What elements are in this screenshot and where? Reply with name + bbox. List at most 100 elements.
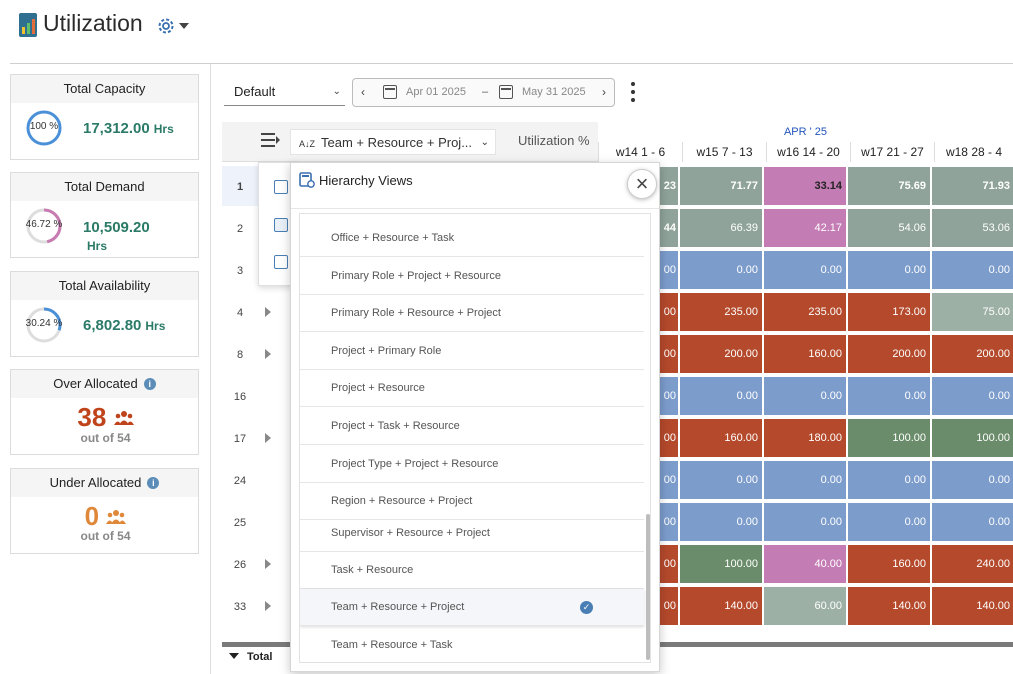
utilization-cell[interactable]: 66.39 <box>680 209 762 247</box>
utilization-cell[interactable]: 0.00 <box>848 461 930 499</box>
row-number: 4 <box>236 307 244 319</box>
date-range-picker[interactable]: ‹ Apr 01 2025 – May 31 2025 › <box>352 78 615 107</box>
hierarchy-view-label: Primary Role + Project + Resource <box>331 270 501 282</box>
copy-view-icon[interactable] <box>274 180 288 194</box>
date-to[interactable]: May 31 2025 <box>522 79 586 106</box>
hierarchy-view-label: Primary Role + Resource + Project <box>331 307 501 319</box>
utilization-cell[interactable]: 100.00 <box>848 419 930 457</box>
view-select[interactable]: Default ⌄ <box>224 78 345 106</box>
utilization-cell[interactable]: 0.00 <box>932 461 1013 499</box>
hierarchy-view-item[interactable]: Team + Resource + Task <box>300 627 644 662</box>
utilization-cell[interactable]: 0.00 <box>764 251 846 289</box>
utilization-cell[interactable]: 235.00 <box>764 293 846 331</box>
utilization-cell[interactable]: 0.00 <box>680 461 762 499</box>
check-badge-icon: ✓ <box>580 601 593 614</box>
utilization-cell[interactable]: 40.00 <box>764 545 846 583</box>
utilization-cell[interactable]: 200.00 <box>848 335 930 373</box>
row-number: 17 <box>233 433 247 445</box>
utilization-cell[interactable]: 42.17 <box>764 209 846 247</box>
under-allocated-count: 0 <box>11 501 200 532</box>
hierarchy-view-item[interactable]: Task + Resource <box>300 552 644 589</box>
utilization-cell[interactable]: 33.14 <box>764 167 846 205</box>
week-header: w15 7 - 13 <box>682 142 766 162</box>
expand-collapse-icon[interactable] <box>259 131 281 149</box>
utilization-cell[interactable]: 0.00 <box>764 377 846 415</box>
info-icon[interactable]: i <box>147 477 160 489</box>
hierarchy-view-item[interactable]: Project Type + Project + Resource <box>300 446 644 483</box>
utilization-column-header: Utilization % <box>518 133 590 148</box>
hierarchy-view-item[interactable]: Primary Role + Project + Resource <box>300 258 644 295</box>
utilization-cell[interactable]: 200.00 <box>932 335 1013 373</box>
calendar-icon[interactable] <box>383 85 397 99</box>
utilization-cell[interactable]: 240.00 <box>932 545 1013 583</box>
hierarchy-view-label: Team + Resource + Project <box>331 601 465 613</box>
utilization-cell[interactable]: 100.00 <box>932 419 1013 457</box>
sort-az-icon: A↓Z <box>299 139 316 149</box>
utilization-cell[interactable]: 140.00 <box>680 587 762 625</box>
utilization-cell[interactable]: 0.00 <box>848 503 930 541</box>
utilization-cell[interactable]: 0.00 <box>848 251 930 289</box>
header-divider <box>10 63 1013 64</box>
settings-menu-button[interactable] <box>156 15 192 37</box>
utilization-cell[interactable]: 140.00 <box>932 587 1013 625</box>
prev-period-button[interactable]: ‹ <box>353 79 373 106</box>
close-button[interactable]: × <box>627 169 657 199</box>
hierarchy-view-item[interactable]: Primary Role + Resource + Project <box>300 295 644 332</box>
calendar-icon[interactable] <box>499 85 513 99</box>
hierarchy-view-label: Project + Primary Role <box>331 345 442 357</box>
utilization-cell[interactable]: 54.06 <box>848 209 930 247</box>
utilization-cell[interactable]: 100.00 <box>680 545 762 583</box>
hierarchy-view-item[interactable]: Office + Resource + Task <box>300 220 644 257</box>
utilization-cell[interactable]: 0.00 <box>680 503 762 541</box>
hierarchy-view-label: Task + Resource <box>331 564 414 576</box>
utilization-cell[interactable]: 200.00 <box>680 335 762 373</box>
utilization-cell[interactable]: 160.00 <box>764 335 846 373</box>
hierarchy-view-item[interactable]: Supervisor + Resource + Project <box>300 515 644 552</box>
utilization-cell[interactable]: 60.00 <box>764 587 846 625</box>
more-options-button[interactable] <box>629 82 637 102</box>
utilization-cell[interactable]: 0.00 <box>764 503 846 541</box>
expand-row-icon[interactable] <box>265 307 271 317</box>
utilization-cell[interactable]: 75.00 <box>932 293 1013 331</box>
hierarchy-view-icon[interactable] <box>274 218 288 232</box>
utilization-cell[interactable]: 140.00 <box>848 587 930 625</box>
page-title: Utilization <box>43 10 143 36</box>
utilization-cell[interactable]: 160.00 <box>680 419 762 457</box>
hierarchy-view-item[interactable]: Team + Resource + Project ✓ <box>300 589 644 626</box>
hierarchy-view-item[interactable]: Project + Task + Resource <box>300 408 644 445</box>
utilization-cell[interactable]: 180.00 <box>764 419 846 457</box>
utilization-cell[interactable]: 235.00 <box>680 293 762 331</box>
add-view-icon[interactable] <box>274 255 288 269</box>
over-allocated-card: Over Allocated i 38 out of 54 <box>10 369 199 455</box>
utilization-cell[interactable]: 53.06 <box>932 209 1013 247</box>
utilization-cell[interactable]: 0.00 <box>848 377 930 415</box>
grouping-select[interactable]: A↓Z Team + Resource + Proj... ⌄ <box>290 129 496 155</box>
expand-row-icon[interactable] <box>265 349 271 359</box>
utilization-cell[interactable]: 75.69 <box>848 167 930 205</box>
utilization-cell[interactable]: 71.93 <box>932 167 1013 205</box>
hierarchy-view-label: Project + Task + Resource <box>331 420 460 432</box>
total-row-toggle[interactable]: Total <box>229 651 272 663</box>
utilization-cell[interactable]: 173.00 <box>848 293 930 331</box>
hierarchy-view-item[interactable]: Project + Resource <box>300 370 644 407</box>
list-scrollbar[interactable] <box>646 514 650 660</box>
utilization-cell[interactable]: 0.00 <box>764 461 846 499</box>
info-icon[interactable]: i <box>143 378 156 390</box>
row-number: 2 <box>236 223 244 235</box>
card-title: Total Capacity <box>11 75 198 103</box>
utilization-cell[interactable]: 0.00 <box>680 251 762 289</box>
utilization-app-icon <box>19 13 37 37</box>
hierarchy-view-item[interactable]: Project + Primary Role <box>300 333 644 370</box>
utilization-cell[interactable]: 0.00 <box>932 503 1013 541</box>
date-from[interactable]: Apr 01 2025 <box>406 79 466 106</box>
utilization-cell[interactable]: 160.00 <box>848 545 930 583</box>
expand-row-icon[interactable] <box>265 559 271 569</box>
expand-row-icon[interactable] <box>265 433 271 443</box>
utilization-cell[interactable]: 0.00 <box>932 377 1013 415</box>
utilization-cell[interactable]: 0.00 <box>932 251 1013 289</box>
expand-row-icon[interactable] <box>265 601 271 611</box>
total-demand-card: Total Demand 46.72 % 10,509.20 Hrs <box>10 172 199 258</box>
utilization-cell[interactable]: 0.00 <box>680 377 762 415</box>
next-period-button[interactable]: › <box>594 79 614 106</box>
utilization-cell[interactable]: 71.77 <box>680 167 762 205</box>
